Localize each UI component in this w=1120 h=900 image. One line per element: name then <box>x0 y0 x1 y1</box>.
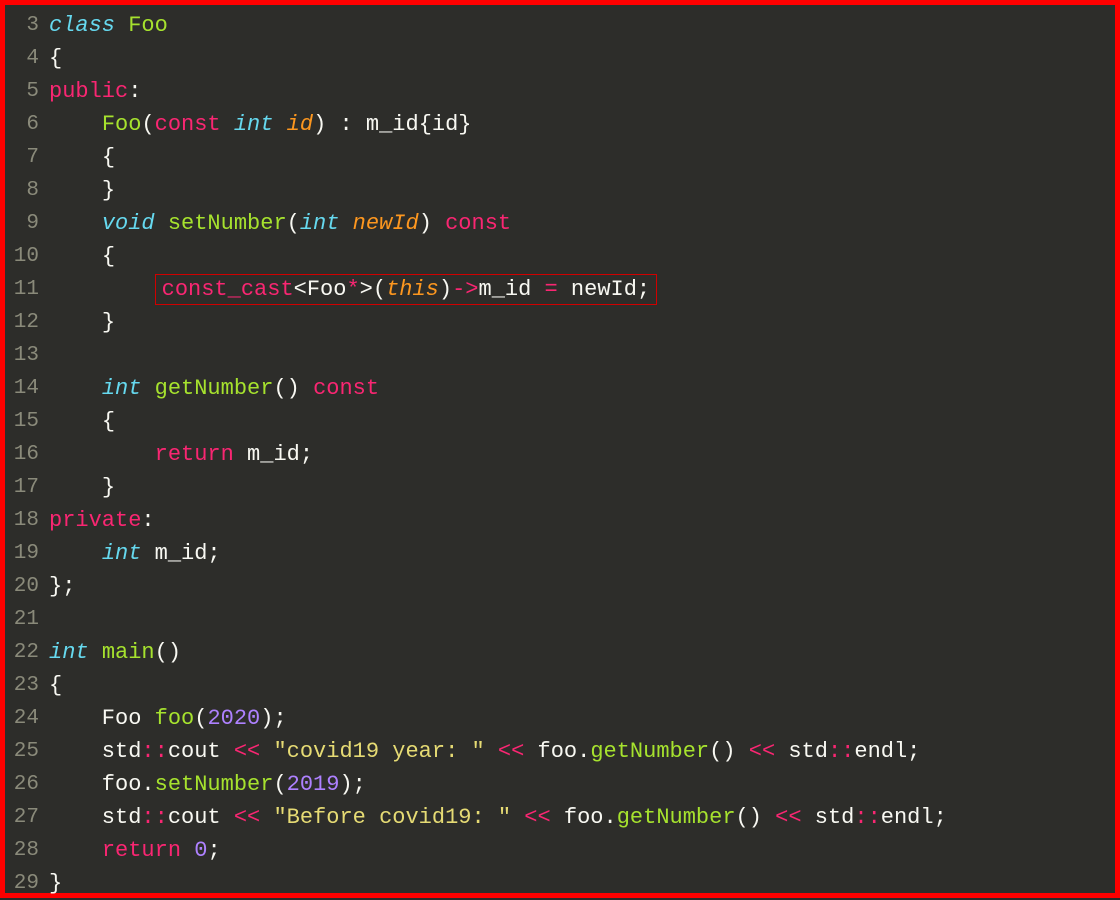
code-line[interactable]: 23{ <box>5 669 1115 702</box>
line-number: 11 <box>5 278 49 301</box>
code-content[interactable]: } <box>49 871 62 896</box>
code-content[interactable]: { <box>49 145 115 170</box>
code-line[interactable]: 10 { <box>5 240 1115 273</box>
code-content[interactable]: return m_id; <box>49 442 313 467</box>
code-line[interactable]: 27 std::cout << "Before covid19: " << fo… <box>5 801 1115 834</box>
code-line[interactable]: 14 int getNumber() const <box>5 372 1115 405</box>
code-content[interactable]: }; <box>49 574 75 599</box>
line-number: 4 <box>5 47 49 70</box>
code-content[interactable]: int getNumber() const <box>49 376 379 401</box>
code-content[interactable]: std::cout << "Before covid19: " << foo.g… <box>49 805 947 830</box>
line-number: 15 <box>5 410 49 433</box>
code-line[interactable]: 22int main() <box>5 636 1115 669</box>
code-content[interactable]: int main() <box>49 640 181 665</box>
code-line[interactable]: 19 int m_id; <box>5 537 1115 570</box>
line-number: 8 <box>5 179 49 202</box>
code-content[interactable]: } <box>49 178 115 203</box>
code-content[interactable]: const_cast<Foo*>(this)->m_id = newId; <box>49 274 657 305</box>
code-line[interactable]: 26 foo.setNumber(2019); <box>5 768 1115 801</box>
code-content[interactable]: { <box>49 244 115 269</box>
code-line[interactable]: 12 } <box>5 306 1115 339</box>
highlighted-code: const_cast<Foo*>(this)->m_id = newId; <box>155 274 658 305</box>
code-line[interactable]: 11 const_cast<Foo*>(this)->m_id = newId; <box>5 273 1115 306</box>
line-number: 5 <box>5 80 49 103</box>
code-content[interactable]: Foo(const int id) : m_id{id} <box>49 112 472 137</box>
line-number: 29 <box>5 872 49 895</box>
line-number: 25 <box>5 740 49 763</box>
code-content[interactable]: class Foo <box>49 13 168 38</box>
line-number: 9 <box>5 212 49 235</box>
code-editor[interactable]: 3class Foo4{5public:6 Foo(const int id) … <box>5 9 1115 900</box>
code-content[interactable]: { <box>49 409 115 434</box>
code-line[interactable]: 4{ <box>5 42 1115 75</box>
code-content[interactable]: Foo foo(2020); <box>49 706 287 731</box>
line-number: 22 <box>5 641 49 664</box>
line-number: 13 <box>5 344 49 367</box>
line-number: 10 <box>5 245 49 268</box>
code-content[interactable]: } <box>49 310 115 335</box>
line-number: 24 <box>5 707 49 730</box>
line-number: 26 <box>5 773 49 796</box>
line-number: 17 <box>5 476 49 499</box>
code-content[interactable]: int m_id; <box>49 541 221 566</box>
line-number: 27 <box>5 806 49 829</box>
code-content[interactable]: private: <box>49 508 155 533</box>
code-line[interactable]: 7 { <box>5 141 1115 174</box>
code-content[interactable]: foo.setNumber(2019); <box>49 772 366 797</box>
code-content[interactable]: { <box>49 673 62 698</box>
line-number: 18 <box>5 509 49 532</box>
line-number: 21 <box>5 608 49 631</box>
code-line[interactable]: 16 return m_id; <box>5 438 1115 471</box>
line-number: 14 <box>5 377 49 400</box>
code-line[interactable]: 5public: <box>5 75 1115 108</box>
code-content[interactable]: } <box>49 475 115 500</box>
code-line[interactable]: 18private: <box>5 504 1115 537</box>
editor-frame: 3class Foo4{5public:6 Foo(const int id) … <box>0 0 1120 898</box>
line-number: 16 <box>5 443 49 466</box>
code-line[interactable]: 25 std::cout << "covid19 year: " << foo.… <box>5 735 1115 768</box>
code-line[interactable]: 17 } <box>5 471 1115 504</box>
code-line[interactable]: 6 Foo(const int id) : m_id{id} <box>5 108 1115 141</box>
line-number: 7 <box>5 146 49 169</box>
line-number: 12 <box>5 311 49 334</box>
code-content[interactable]: std::cout << "covid19 year: " << foo.get… <box>49 739 920 764</box>
code-line[interactable]: 15 { <box>5 405 1115 438</box>
code-content[interactable]: void setNumber(int newId) const <box>49 211 511 236</box>
code-line[interactable]: 20}; <box>5 570 1115 603</box>
code-content[interactable]: { <box>49 46 62 71</box>
line-number: 6 <box>5 113 49 136</box>
line-number: 23 <box>5 674 49 697</box>
code-line[interactable]: 8 } <box>5 174 1115 207</box>
code-line[interactable]: 24 Foo foo(2020); <box>5 702 1115 735</box>
code-line[interactable]: 3class Foo <box>5 9 1115 42</box>
code-line[interactable]: 28 return 0; <box>5 834 1115 867</box>
line-number: 3 <box>5 14 49 37</box>
code-line[interactable]: 29} <box>5 867 1115 900</box>
code-line[interactable]: 21 <box>5 603 1115 636</box>
code-content[interactable]: return 0; <box>49 838 221 863</box>
line-number: 28 <box>5 839 49 862</box>
line-number: 19 <box>5 542 49 565</box>
code-line[interactable]: 9 void setNumber(int newId) const <box>5 207 1115 240</box>
line-number: 20 <box>5 575 49 598</box>
code-line[interactable]: 13 <box>5 339 1115 372</box>
code-content[interactable]: public: <box>49 79 141 104</box>
